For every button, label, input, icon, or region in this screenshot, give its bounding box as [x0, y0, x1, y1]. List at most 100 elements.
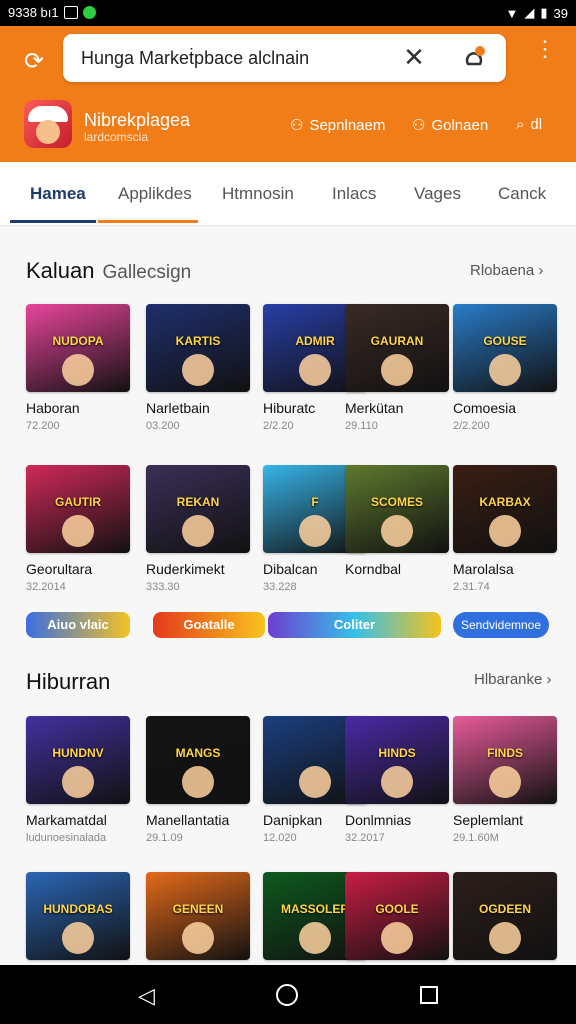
app-thumbnail[interactable]: GOOLE	[345, 872, 449, 960]
app-card[interactable]: HUNDNV Markamatdal ludunoesinalada	[26, 716, 130, 844]
character-icon	[299, 515, 331, 547]
battery-icon: ▮	[540, 5, 548, 20]
app-meta: 03.200	[146, 420, 180, 432]
app-thumbnail[interactable]: GAURAN	[345, 304, 449, 392]
gallery-icon	[63, 6, 78, 19]
character-icon	[62, 766, 94, 798]
app-thumbnail[interactable]: KARBAX	[453, 465, 557, 553]
status-bar: 9338 bı1 ▼ ◢ ▮ 39	[0, 0, 576, 26]
app-thumbnail[interactable]: OGDEEN	[453, 872, 557, 960]
close-icon[interactable]: ✕	[399, 42, 429, 73]
app-card[interactable]: HUNDOBAS	[26, 872, 130, 960]
thumbnail-title: MANGS	[175, 746, 221, 760]
promo-button[interactable]: Sendvidemnoe	[453, 612, 549, 638]
character-icon	[381, 354, 413, 386]
app-thumbnail[interactable]: GENEEN	[146, 872, 250, 960]
search-input[interactable]: Hunga Markeṫpbace alclnain	[81, 48, 381, 69]
app-card[interactable]: GOOLE	[345, 872, 449, 960]
tab-home[interactable]: Hamea	[30, 184, 86, 204]
refresh-button[interactable]: ⟳	[18, 46, 50, 78]
app-thumbnail[interactable]: HUNDNV	[26, 716, 130, 804]
app-thumbnail[interactable]: GOUSE	[453, 304, 557, 392]
app-name: Markamatdal	[26, 812, 107, 828]
section-title-2: Hiburran	[26, 669, 111, 694]
app-card[interactable]: HINDS Donlmnias 32.2017	[345, 716, 449, 844]
app-thumbnail[interactable]: SCOMES	[345, 465, 449, 553]
app-thumbnail[interactable]: MANGS	[146, 716, 250, 804]
tab-inlacs[interactable]: Inlacs	[332, 184, 376, 204]
person-icon: ⚇	[290, 117, 304, 134]
see-more-link-2[interactable]: Hlbaranke ›	[474, 671, 552, 688]
back-nav-button[interactable]: ◁	[138, 983, 155, 1009]
app-title: Nibrekplagea	[84, 110, 191, 130]
character-icon	[299, 922, 331, 954]
app-subtitle: lardcomscia	[84, 130, 149, 144]
character-icon	[489, 354, 521, 386]
app-thumbnail[interactable]: HINDS	[345, 716, 449, 804]
signal-icon: ◢	[524, 5, 535, 20]
app-name: Narletbain	[146, 400, 210, 416]
app-thumbnail[interactable]: REKAN	[146, 465, 250, 553]
character-icon	[381, 515, 413, 547]
app-card[interactable]: MANGS Manellantatia 29.1.09	[146, 716, 250, 844]
app-meta: 72.200	[26, 420, 60, 432]
app-name: Comoesia	[453, 400, 517, 416]
app-card[interactable]: KARBAX Marolalsa 2.31.74	[453, 465, 557, 593]
app-card[interactable]: SCOMES Korndbal	[345, 465, 449, 581]
promo-strip-2[interactable]: Goatalle	[153, 612, 265, 638]
app-card[interactable]: OGDEEN	[453, 872, 557, 960]
character-icon	[489, 515, 521, 547]
character-icon	[489, 766, 521, 798]
character-icon	[182, 515, 214, 547]
app-card[interactable]: GAURAN Merkütan 29.110	[345, 304, 449, 432]
thumbnail-title: KARTIS	[175, 334, 221, 348]
tab-apps[interactable]: Applikdes	[118, 184, 192, 204]
character-icon	[62, 922, 94, 954]
app-meta: 29.110	[345, 420, 378, 432]
character-icon	[299, 766, 331, 798]
system-nav-bar: ◁	[0, 965, 576, 1024]
app-card[interactable]: REKAN Ruderkimekt 333.30	[146, 465, 250, 593]
tab-canck[interactable]: Canck	[498, 184, 546, 204]
thumbnail-title: HUNDOBAS	[43, 902, 113, 916]
section-subtitle-1: Gallecsign	[102, 262, 192, 283]
app-meta: 29.1.09	[146, 832, 183, 844]
search-bar[interactable]: Hunga Markeṫpbace alclnain ✕	[63, 34, 506, 82]
app-card[interactable]: KARTIS Narletbain 03.200	[146, 304, 250, 432]
app-name: Georultara	[26, 561, 93, 577]
character-icon	[182, 354, 214, 386]
app-card[interactable]: NUDOPA Haboran 72.200	[26, 304, 130, 432]
app-card[interactable]: GOUSE Comoesia 2/2.200	[453, 304, 557, 432]
header-link-2[interactable]: ⚇ Golnaen	[412, 116, 488, 135]
app-logo	[24, 100, 72, 148]
person-icon: ⚇	[412, 117, 426, 134]
app-thumbnail[interactable]: HUNDOBAS	[26, 872, 130, 960]
notification-icon[interactable]	[459, 43, 489, 73]
recents-nav-button[interactable]	[420, 986, 438, 1004]
top-bar: ⟳ Hunga Markeṫpbace alclnain ✕ ⋮ Nibrekp…	[0, 26, 576, 162]
promo-strip-3[interactable]: Coliter	[268, 612, 441, 638]
app-card[interactable]: FINDS Seplemlant 29.1.60M	[453, 716, 557, 844]
app-thumbnail[interactable]: NUDOPA	[26, 304, 130, 392]
see-more-link-1[interactable]: Rlobaena ›	[470, 262, 543, 279]
more-menu-icon[interactable]: ⋮	[534, 38, 556, 60]
tab-entertainment[interactable]: Htmnosin	[222, 184, 294, 204]
search-icon: ⌕	[516, 116, 525, 133]
character-icon	[62, 354, 94, 386]
app-meta: 33.228	[263, 581, 297, 593]
home-nav-button[interactable]	[276, 984, 298, 1006]
promo-strip-1[interactable]: Aiuo vlaic	[26, 612, 130, 638]
app-card[interactable]: GENEEN	[146, 872, 250, 960]
thumbnail-title: HINDS	[378, 746, 416, 760]
app-thumbnail[interactable]: KARTIS	[146, 304, 250, 392]
app-meta: 2/2.200	[453, 420, 490, 432]
thumbnail-title: FINDS	[487, 746, 523, 760]
tab-vages[interactable]: Vages	[414, 184, 461, 204]
status-time: 9338 bı1	[8, 5, 59, 20]
thumbnail-title: REKAN	[176, 495, 220, 509]
header-link-3[interactable]: ⌕ dl	[516, 116, 542, 133]
app-thumbnail[interactable]: FINDS	[453, 716, 557, 804]
app-card[interactable]: GAUTIR Georultara 32.2014	[26, 465, 130, 593]
app-thumbnail[interactable]: GAUTIR	[26, 465, 130, 553]
header-link-1[interactable]: ⚇ Sepnlnaem	[290, 116, 385, 135]
